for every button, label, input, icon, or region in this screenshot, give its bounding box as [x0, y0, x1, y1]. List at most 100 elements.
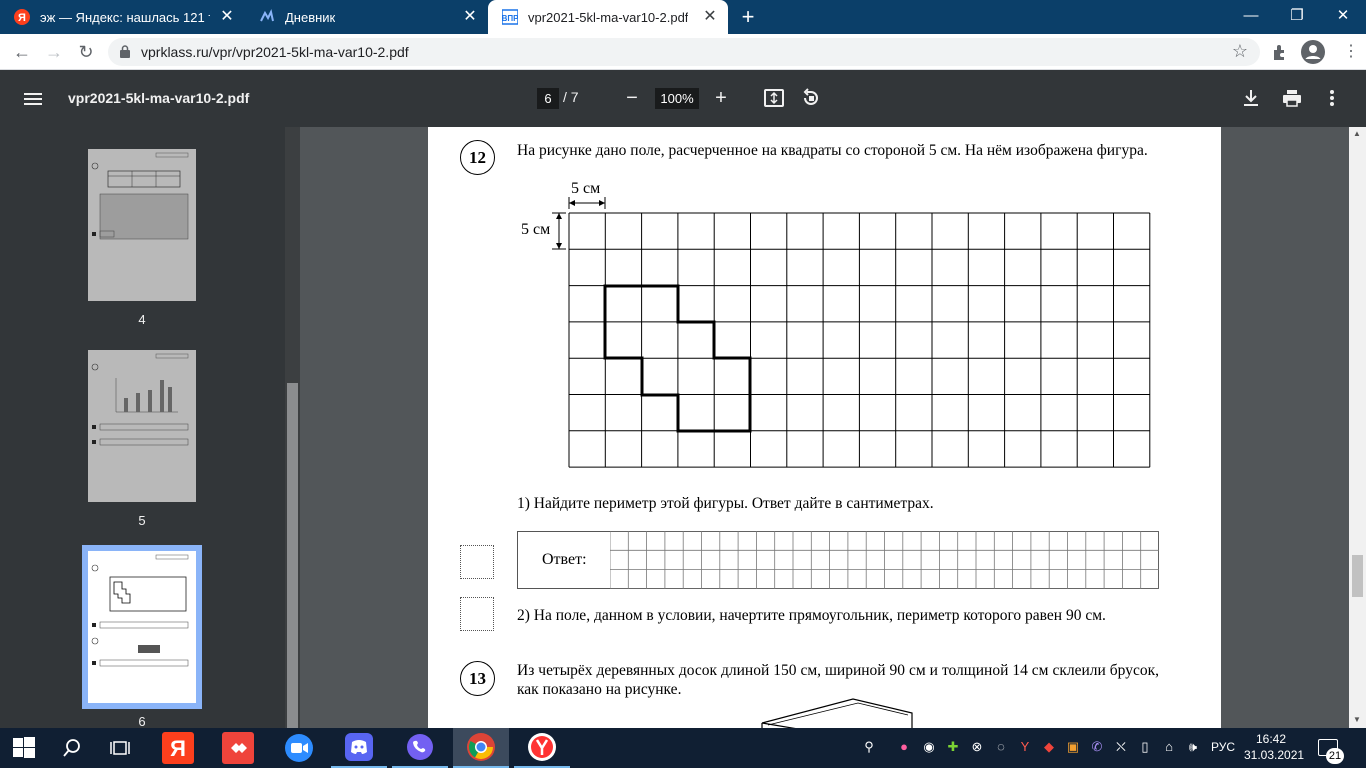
close-window-button[interactable]: ✕: [1320, 0, 1366, 34]
address-bar[interactable]: vprklass.ru/vpr/vpr2021-5kl-ma-var10-2.p…: [108, 38, 1260, 66]
url-text: vprklass.ru/vpr/vpr2021-5kl-ma-var10-2.p…: [141, 44, 409, 60]
thumbnail-label: 4: [138, 312, 146, 327]
discord-icon: [345, 733, 373, 761]
answer-field[interactable]: Ответ:: [517, 531, 1159, 589]
zoom-in-button[interactable]: +: [710, 87, 732, 109]
yandex-browser-icon: [528, 733, 556, 761]
windows-icon: [13, 737, 35, 758]
question-text: Из четырёх деревянных досок длиной 150 с…: [517, 662, 1159, 698]
tab-pdf[interactable]: ВПР vpr2021-5kl-ma-var10-2.pdf ✕: [488, 0, 728, 34]
minimize-button[interactable]: —: [1228, 0, 1274, 34]
tab-yandex[interactable]: Я эж — Яндекс: нашлась 121 тыс. ✕: [0, 0, 245, 34]
sidebar-menu-icon[interactable]: [22, 88, 44, 110]
page-thumbnail-4[interactable]: [88, 149, 196, 301]
score-box: [460, 597, 494, 631]
reload-button[interactable]: ↻: [74, 40, 98, 64]
taskbar-viber[interactable]: [392, 728, 448, 768]
thumbnail-preview: [91, 554, 189, 667]
taskbar-chrome[interactable]: [453, 728, 509, 768]
vpr-icon: ВПР: [502, 9, 518, 25]
tray-icon[interactable]: ⊗: [969, 739, 985, 755]
page-number-input[interactable]: 6: [537, 88, 559, 109]
lock-icon: [120, 45, 130, 58]
document-viewer: 12 На рисунке дано поле, расчерченное на…: [300, 127, 1366, 728]
fit-page-icon[interactable]: [763, 87, 785, 109]
close-tab-icon[interactable]: ✕: [462, 9, 478, 25]
notification-count: 21: [1326, 748, 1344, 764]
chrome-menu-icon[interactable]: ⋮: [1339, 40, 1363, 64]
viber-tray-icon[interactable]: ✆: [1089, 739, 1105, 755]
tray-icon[interactable]: ▣: [1065, 739, 1081, 755]
forward-button[interactable]: →: [42, 40, 66, 64]
print-icon[interactable]: [1281, 87, 1303, 109]
people-icon[interactable]: ⚲: [861, 739, 877, 755]
document-scrollbar[interactable]: ▲ ▼: [1349, 127, 1366, 728]
search-icon: [63, 739, 80, 757]
more-options-icon[interactable]: [1321, 87, 1343, 109]
page-thumbnail-5[interactable]: [88, 350, 196, 502]
taskbar-yandex-browser[interactable]: [514, 728, 570, 768]
sidebar-scroll-thumb[interactable]: [287, 383, 298, 747]
search-button[interactable]: [48, 728, 96, 768]
page-thumbnail-6[interactable]: [82, 545, 202, 709]
tab-title: эж — Яндекс: нашлась 121 тыс.: [40, 9, 210, 25]
anydesk-icon: [222, 732, 254, 764]
question-text: На рисунке дано поле, расчерченное на кв…: [517, 142, 1148, 159]
pdf-page: 12 На рисунке дано поле, расчерченное на…: [428, 127, 1221, 728]
tab-dnevnik[interactable]: Дневник ✕: [245, 0, 488, 34]
bookmark-star-icon[interactable]: ☆: [1232, 41, 1248, 62]
thumbnail-preview: [91, 152, 189, 240]
thumbnail-label: 6: [138, 714, 146, 729]
anydesk-tray-icon[interactable]: ◆: [1041, 739, 1057, 755]
tray-icon[interactable]: ⛌: [1113, 739, 1129, 755]
dimension-left-label: 5 см: [521, 221, 551, 238]
zoom-out-button[interactable]: −: [621, 87, 643, 109]
thumbnail-label: 5: [138, 513, 146, 528]
volume-icon[interactable]: 🕪: [1185, 739, 1201, 755]
profile-avatar-icon[interactable]: [1301, 40, 1325, 64]
grid-figure: [552, 197, 1151, 468]
close-tab-icon[interactable]: ✕: [702, 9, 718, 25]
zoom-input[interactable]: 100%: [655, 88, 699, 109]
task-view-button[interactable]: [96, 728, 144, 768]
thumbnail-preview: [91, 353, 189, 446]
discord-tray-icon[interactable]: ◉: [921, 739, 937, 755]
browser-toolbar: ← → ↻ vprklass.ru/vpr/vpr2021-5kl-ma-var…: [0, 34, 1366, 70]
dnevnik-icon: [260, 9, 274, 22]
clock-date: 31.03.2021: [1244, 748, 1305, 762]
answer-cells[interactable]: [610, 531, 1159, 589]
yandex-icon: Я: [14, 9, 30, 25]
yandex-tray-icon[interactable]: Y: [1017, 739, 1033, 755]
taskbar-anydesk[interactable]: [210, 728, 266, 768]
rotate-icon[interactable]: [800, 87, 822, 109]
tab-title: Дневник: [285, 9, 336, 25]
taskbar-yandex[interactable]: Я: [150, 728, 206, 768]
close-tab-icon[interactable]: ✕: [219, 9, 235, 25]
svg-text:ВПР: ВПР: [502, 14, 518, 23]
pdf-title: vpr2021-5kl-ma-var10-2.pdf: [68, 90, 250, 106]
tray-icon[interactable]: ◌: [993, 739, 1009, 755]
task-1-text: 1) Найдите периметр этой фигуры. Ответ д…: [517, 495, 934, 512]
battery-icon[interactable]: ▯: [1137, 739, 1153, 755]
clock-time: 16:42: [1255, 732, 1287, 746]
thumbnail-sidebar: 4 5 6: [0, 127, 300, 747]
svg-text:Я: Я: [18, 12, 26, 24]
tray-green-icon[interactable]: ✚: [945, 739, 961, 755]
language-indicator[interactable]: РУС: [1208, 739, 1238, 755]
start-button[interactable]: [0, 728, 48, 768]
clock[interactable]: 16:42 31.03.2021: [1244, 731, 1305, 763]
taskbar-discord[interactable]: [331, 728, 387, 768]
pdf-toolbar: vpr2021-5kl-ma-var10-2.pdf 6 / 7 − 100% …: [0, 70, 1366, 127]
restore-button[interactable]: ❐: [1274, 0, 1320, 34]
network-icon[interactable]: ⌂: [1161, 739, 1177, 755]
document-scroll-thumb[interactable]: [1352, 555, 1363, 597]
taskbar-zoom[interactable]: [271, 728, 327, 768]
back-button[interactable]: ←: [10, 40, 34, 64]
new-tab-button[interactable]: +: [736, 5, 760, 29]
tray-app-icon[interactable]: ●: [896, 739, 912, 755]
extensions-icon[interactable]: [1270, 42, 1290, 62]
page-total: / 7: [563, 89, 579, 105]
download-icon[interactable]: [1240, 87, 1262, 109]
tab-strip: Я эж — Яндекс: нашлась 121 тыс. ✕ Дневни…: [0, 0, 1366, 34]
chrome-icon: [467, 733, 495, 761]
